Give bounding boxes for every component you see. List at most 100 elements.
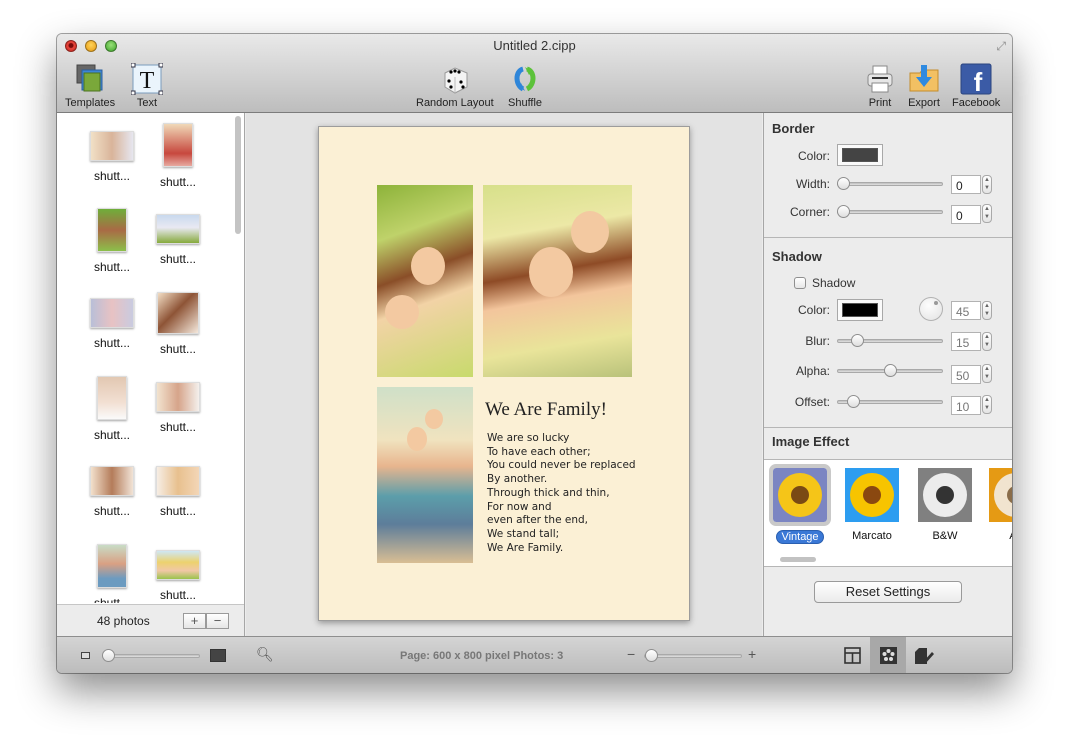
sunflower-icon	[845, 468, 899, 522]
shadow-alpha-slider[interactable]	[837, 364, 943, 377]
poem-line: For now and	[487, 500, 552, 513]
inspector-panel: Border Color: Width: 0 ▲ ▼ Corner: 0 ▲ ▼ S…	[763, 113, 1012, 636]
templates-icon	[73, 62, 107, 96]
shadow-color-well[interactable]	[837, 299, 883, 321]
collage-photo-2[interactable]	[483, 185, 632, 377]
border-corner-stepper[interactable]: ▲ ▼	[982, 204, 992, 223]
poem-line: You could never be replaced	[487, 459, 636, 472]
border-heading: Border	[772, 121, 815, 136]
poem-line: By another.	[487, 473, 548, 486]
slider-knob[interactable]	[102, 649, 115, 662]
slider-knob[interactable]	[645, 649, 658, 662]
effect-gallery-scrollbar[interactable]	[780, 557, 816, 562]
zoom-in-button[interactable]: +	[748, 646, 756, 662]
shadow-color-label: Color:	[797, 303, 830, 317]
poem-line: We stand tall;	[487, 527, 560, 540]
photo-thumbnail[interactable]: shutt...	[77, 544, 147, 603]
slider-knob[interactable]	[847, 395, 860, 408]
add-photo-button[interactable]: +	[183, 613, 206, 629]
effects-view-button[interactable]	[870, 637, 906, 673]
page-zoom-slider[interactable]	[644, 649, 742, 662]
effect-label: B&W	[932, 530, 958, 542]
shadow-angle-field[interactable]: 45	[951, 301, 981, 320]
photo-browser: shutt... shutt... shutt... shutt... shut…	[57, 113, 245, 636]
effect-marcato[interactable]: Marcato	[842, 468, 902, 542]
app-window: Untitled 2.cipp ⤢ Templates T Text Rando…	[57, 34, 1012, 673]
photo-thumbnail[interactable]: shutt...	[77, 298, 147, 350]
photo-thumbnail[interactable]: shutt...	[77, 376, 147, 442]
photo-list-scrollbar[interactable]	[235, 116, 241, 234]
sunflower-icon	[989, 468, 1012, 522]
templates-label: Templates	[65, 97, 116, 109]
border-width-field[interactable]: 0	[951, 175, 981, 194]
photo-thumbnail[interactable]: shutt...	[143, 123, 213, 189]
shadow-angle-dial[interactable]	[919, 297, 943, 321]
card-poem[interactable]: We are so lucky To have each other; You …	[487, 432, 636, 555]
photo-thumbnail[interactable]: shutt...	[143, 214, 213, 266]
print-button[interactable]: Print	[863, 62, 897, 109]
layout-view-button[interactable]	[834, 637, 870, 673]
photo-thumbnail[interactable]: shutt...	[143, 382, 213, 434]
toolbar: Untitled 2.cipp ⤢ Templates T Text Rando…	[57, 34, 1012, 113]
border-corner-slider[interactable]	[837, 205, 943, 218]
zoom-to-fit-icon[interactable]: 🔍︎	[256, 646, 274, 663]
slider-knob[interactable]	[837, 205, 850, 218]
effect-label: Marcato	[852, 530, 892, 542]
shadow-checkbox-label[interactable]: Shadow	[812, 276, 855, 290]
collage-page: We Are Family! We are so lucky To have e…	[318, 126, 690, 621]
slider-knob[interactable]	[837, 177, 850, 190]
photo-count: 48 photos	[97, 614, 150, 628]
thumbnail-size-slider[interactable]	[102, 649, 200, 662]
facebook-icon: f	[959, 62, 993, 96]
shadow-offset-slider[interactable]	[837, 395, 943, 408]
card-title[interactable]: We Are Family!	[485, 399, 607, 421]
reset-settings-button[interactable]: Reset Settings	[814, 581, 962, 603]
collage-photo-1[interactable]	[377, 185, 473, 377]
shuffle-icon	[508, 62, 542, 96]
text-label: Text	[136, 97, 158, 109]
border-color-well[interactable]	[837, 144, 883, 166]
shadow-angle-stepper[interactable]: ▲ ▼	[982, 301, 992, 320]
export-button[interactable]: Export	[907, 62, 941, 109]
photo-thumbnail[interactable]: shutt...	[77, 466, 147, 518]
effect-bw[interactable]: B&W	[915, 468, 975, 542]
photo-thumbnail[interactable]: shutt...	[143, 550, 213, 602]
photo-thumbnail[interactable]: shutt...	[143, 466, 213, 518]
collage-photo-3[interactable]	[377, 387, 473, 563]
shuffle-button[interactable]: Shuffle	[508, 62, 542, 109]
random-layout-button[interactable]: Random Layout	[416, 62, 494, 109]
shadow-offset-stepper[interactable]: ▲ ▼	[982, 395, 992, 414]
photo-thumbnail[interactable]: shutt...	[77, 208, 147, 274]
shadow-alpha-stepper[interactable]: ▲ ▼	[982, 364, 992, 383]
shadow-blur-field[interactable]: 15	[951, 332, 981, 351]
svg-text:T: T	[140, 68, 155, 94]
layout-icon	[843, 647, 861, 664]
slider-knob[interactable]	[884, 364, 897, 377]
facebook-button[interactable]: f Facebook	[952, 62, 1000, 109]
image-effect-heading: Image Effect	[772, 434, 850, 449]
photo-thumbnail[interactable]: shutt...	[77, 129, 147, 183]
export-label: Export	[908, 97, 940, 109]
photo-browser-footer: 48 photos + −	[57, 604, 244, 636]
shadow-offset-field[interactable]: 10	[951, 396, 981, 415]
shadow-blur-label: Blur:	[805, 334, 830, 348]
facebook-label: Facebook	[952, 97, 1001, 109]
zoom-out-button[interactable]: −	[627, 646, 635, 662]
templates-button[interactable]: Templates	[65, 62, 115, 109]
slider-knob[interactable]	[851, 334, 864, 347]
effect-antique[interactable]: An	[986, 468, 1012, 542]
border-width-slider[interactable]	[837, 177, 943, 190]
shadow-alpha-field[interactable]: 50	[951, 365, 981, 384]
text-button[interactable]: T Text	[130, 62, 164, 109]
remove-photo-button[interactable]: −	[206, 613, 229, 629]
shadow-checkbox[interactable]	[794, 277, 806, 289]
shadow-blur-stepper[interactable]: ▲ ▼	[982, 332, 992, 351]
shadow-alpha-label: Alpha:	[795, 364, 830, 378]
edit-view-button[interactable]	[906, 637, 942, 673]
fullscreen-icon[interactable]: ⤢	[996, 39, 1006, 54]
border-corner-field[interactable]: 0	[951, 205, 981, 224]
effect-vintage[interactable]: Vintage	[769, 464, 831, 544]
border-width-stepper[interactable]: ▲ ▼	[982, 175, 992, 194]
photo-thumbnail[interactable]: shutt...	[143, 292, 213, 356]
shadow-blur-slider[interactable]	[837, 334, 943, 347]
